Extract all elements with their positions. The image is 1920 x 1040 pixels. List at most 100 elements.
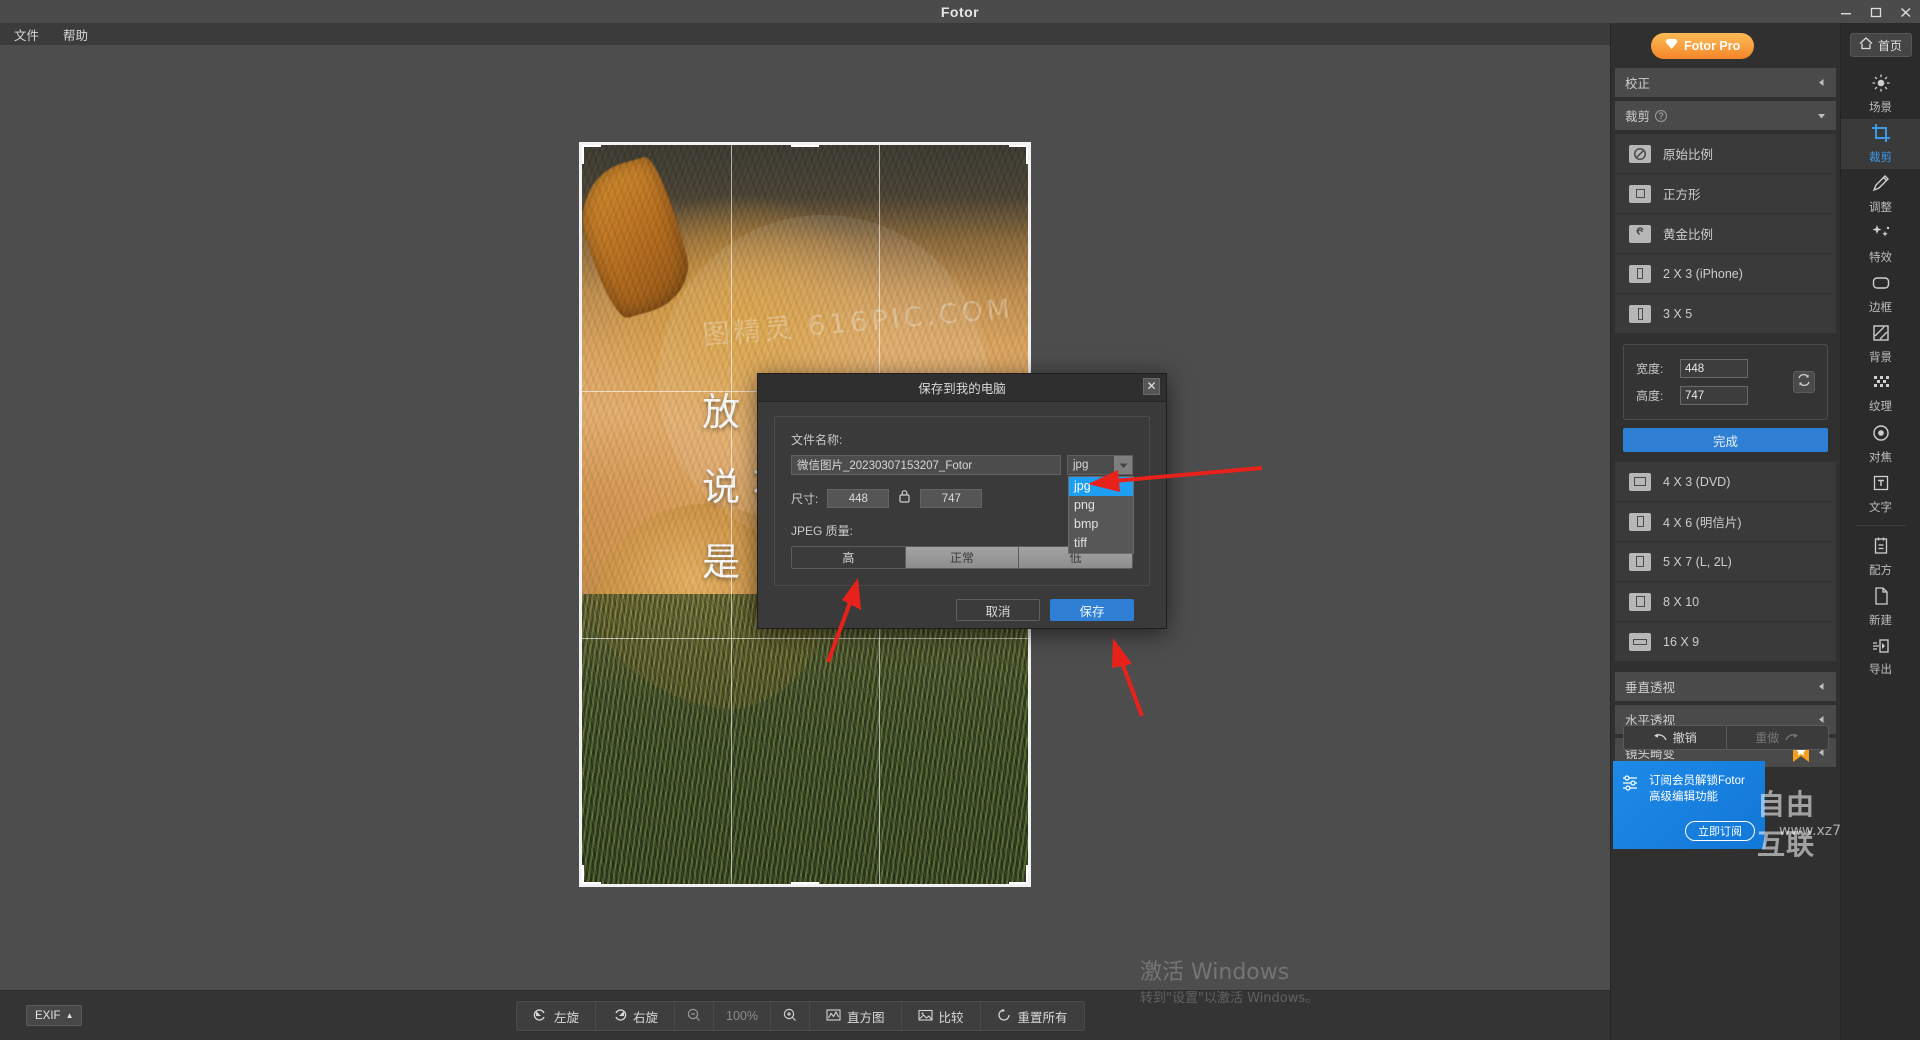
rail-label: 对焦 — [1869, 452, 1892, 464]
rail-item-text[interactable]: 文字 — [1841, 469, 1920, 519]
maximize-icon[interactable] — [1868, 5, 1884, 19]
dialog-height-input[interactable] — [920, 489, 983, 508]
section-vertical-perspective[interactable]: 垂直透视 — [1615, 672, 1836, 701]
landscape-icon — [1629, 472, 1651, 491]
ratio-item-4x3[interactable]: 4 X 3 (DVD) — [1615, 462, 1836, 502]
diamond-icon — [1665, 38, 1678, 53]
redo-icon — [1785, 731, 1799, 745]
minimize-icon[interactable] — [1838, 5, 1854, 19]
ratio-item-square[interactable]: 正方形 — [1615, 174, 1836, 214]
crop-handle-bottom-right[interactable] — [1026, 865, 1028, 884]
filename-row: jpg jpg png bmp tiff — [791, 455, 1134, 554]
zoom-out-icon — [687, 1008, 701, 1025]
rotate-right-button[interactable]: 右旋 — [596, 1002, 676, 1030]
subscribe-button[interactable]: 立即订阅 — [1685, 821, 1755, 841]
format-option-tiff[interactable]: tiff — [1069, 534, 1133, 553]
no-crop-icon — [1629, 144, 1651, 163]
image-watermark: 图精灵 616PIC.COM — [701, 293, 1016, 352]
tool-label: 比较 — [938, 1010, 964, 1025]
rail-item-focus[interactable]: 对焦 — [1841, 419, 1920, 469]
rail-item-recipe[interactable]: 配方 — [1841, 532, 1920, 582]
zoom-out-button[interactable] — [675, 1002, 715, 1030]
rail-item-crop[interactable]: 裁剪 — [1841, 119, 1920, 169]
rail-item-export[interactable]: 导出 — [1841, 632, 1920, 682]
ratio-item-16x9[interactable]: 16 X 9 — [1615, 622, 1836, 662]
crop-icon — [1871, 123, 1891, 146]
crop-done-button[interactable]: 完成 — [1623, 428, 1828, 452]
format-option-jpg[interactable]: jpg — [1069, 477, 1133, 496]
square-icon — [1629, 184, 1651, 203]
compare-button[interactable]: 比较 — [902, 1002, 981, 1030]
format-select[interactable]: jpg jpg png bmp tiff — [1067, 455, 1134, 554]
fotor-pro-button[interactable]: Fotor Pro — [1651, 32, 1755, 59]
texture-icon — [1871, 374, 1891, 395]
section-correction[interactable]: 校正 — [1615, 68, 1836, 97]
quality-high-button[interactable]: 高 — [792, 547, 906, 568]
format-option-bmp[interactable]: bmp — [1069, 515, 1133, 534]
width-input[interactable] — [1680, 359, 1748, 378]
rotate-right-icon — [612, 1008, 627, 1025]
zoom-in-button[interactable] — [771, 1002, 811, 1030]
crop-handle-bottom-middle[interactable] — [791, 882, 819, 884]
ratio-label: 16 X 9 — [1663, 634, 1700, 649]
ratio-label: 正方形 — [1663, 188, 1701, 202]
crop-handle-top-middle[interactable] — [791, 145, 819, 147]
scene-icon — [1871, 73, 1891, 96]
help-icon[interactable]: ? — [1655, 109, 1668, 122]
ratio-item-2x3[interactable]: 2 X 3 (iPhone) — [1615, 254, 1836, 294]
close-icon[interactable]: ✕ — [1143, 378, 1160, 395]
caret-up-icon: ▲ — [65, 1011, 74, 1020]
chevron-left-icon — [1817, 680, 1826, 694]
rail-item-scene[interactable]: 场景 — [1841, 69, 1920, 119]
dialog-width-input[interactable] — [827, 489, 890, 508]
window-title: Fotor — [940, 3, 980, 20]
lock-icon[interactable] — [898, 489, 911, 508]
close-icon[interactable] — [1898, 5, 1914, 19]
rail-label: 新建 — [1869, 615, 1892, 627]
section-crop[interactable]: 裁剪 ? — [1615, 101, 1836, 130]
save-button[interactable]: 保存 — [1050, 599, 1134, 621]
tool-label: 左旋 — [554, 1010, 580, 1025]
swap-dimensions-button[interactable] — [1793, 371, 1815, 393]
filename-input[interactable] — [791, 455, 1061, 475]
ratio-item-original[interactable]: 原始比例 — [1615, 134, 1836, 174]
quality-normal-button[interactable]: 正常 — [905, 547, 1020, 568]
rotate-left-button[interactable]: 左旋 — [517, 1002, 597, 1030]
ratio-item-golden[interactable]: 黄金比例 — [1615, 214, 1836, 254]
chevron-down-icon[interactable] — [1114, 456, 1132, 474]
rail-item-effects[interactable]: 特效 — [1841, 219, 1920, 269]
crop-handle-top-left[interactable] — [582, 145, 584, 164]
ratio-item-8x10[interactable]: 8 X 10 — [1615, 582, 1836, 622]
rail-item-new[interactable]: 新建 — [1841, 582, 1920, 632]
crop-handle-top-right[interactable] — [1026, 145, 1028, 164]
recipe-icon — [1872, 536, 1890, 559]
ratio-label: 2 X 3 (iPhone) — [1663, 266, 1743, 281]
grass-region — [582, 594, 1028, 884]
undo-button[interactable]: 撤销 — [1624, 726, 1726, 749]
portrait-icon — [1629, 304, 1651, 323]
home-button[interactable]: 首页 — [1849, 33, 1912, 57]
menu-file[interactable]: 文件 — [14, 25, 39, 44]
ratio-item-4x6[interactable]: 4 X 6 (明信片) — [1615, 502, 1836, 542]
ratio-item-3x5[interactable]: 3 X 5 — [1615, 294, 1836, 334]
menu-bar: 文件 帮助 — [0, 23, 1610, 45]
reset-all-button[interactable]: 重置所有 — [981, 1002, 1084, 1030]
rail-item-background[interactable]: 背景 — [1841, 319, 1920, 369]
ratio-item-5x7[interactable]: 5 X 7 (L, 2L) — [1615, 542, 1836, 582]
crop-handle-bottom-left[interactable] — [582, 865, 584, 884]
rail-item-adjust[interactable]: 调整 — [1841, 169, 1920, 219]
width-label: 宽度: — [1636, 362, 1664, 376]
format-option-png[interactable]: png — [1069, 496, 1133, 515]
height-input[interactable] — [1680, 386, 1748, 405]
promo-banner[interactable]: 订阅会员解锁Fotor高级编辑功能 立即订阅 — [1613, 761, 1765, 849]
histogram-button[interactable]: 直方图 — [810, 1002, 902, 1030]
rail-label: 场景 — [1869, 102, 1892, 114]
rail-item-frame[interactable]: 边框 — [1841, 269, 1920, 319]
redo-button[interactable]: 重做 — [1725, 726, 1828, 749]
section-label: 校正 — [1625, 77, 1651, 91]
rail-item-texture[interactable]: 纹理 — [1841, 369, 1920, 419]
format-dropdown-list: jpg png bmp tiff — [1068, 476, 1134, 554]
cancel-button[interactable]: 取消 — [956, 599, 1040, 621]
menu-help[interactable]: 帮助 — [63, 25, 88, 44]
exif-button[interactable]: EXIF ▲ — [26, 1005, 83, 1026]
